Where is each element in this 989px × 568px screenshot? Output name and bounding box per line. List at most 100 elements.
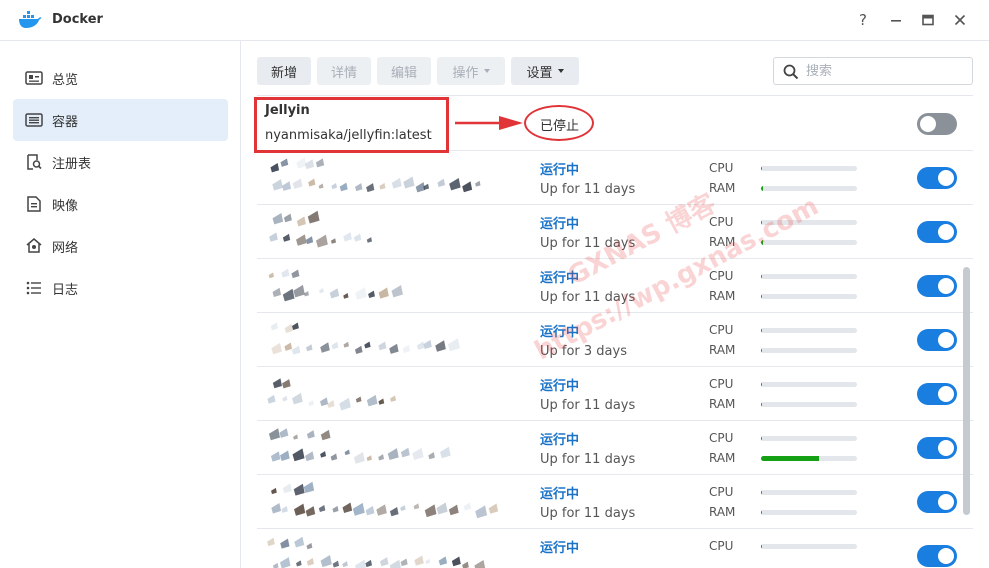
sidebar-item-label: 映像 [52, 198, 79, 214]
ram-label: RAM [709, 289, 736, 303]
blurred-container-name [271, 481, 499, 519]
container-status: 运行中 [540, 379, 580, 394]
maximize-button[interactable] [918, 10, 938, 30]
cpu-usage-bar [761, 490, 857, 495]
ram-label: RAM [709, 451, 736, 465]
help-button[interactable]: ? [853, 10, 873, 30]
network-icon [24, 236, 44, 256]
container-toggle[interactable] [917, 113, 957, 135]
add-button[interactable]: 新增 [257, 57, 311, 85]
container-uptime: Up for 11 days [540, 506, 636, 521]
table-row[interactable]: 运行中 Up for 11 days CPU RAM [257, 151, 973, 205]
ram-usage-bar [761, 294, 857, 299]
minimize-icon [891, 20, 901, 22]
cpu-label: CPU [709, 431, 734, 445]
cpu-label: CPU [709, 539, 734, 553]
cpu-usage-bar [761, 382, 857, 387]
toggle-knob [938, 224, 954, 240]
container-toggle[interactable] [917, 275, 957, 297]
ram-usage-fill [761, 348, 762, 353]
table-row[interactable]: 运行中 Up for 11 days CPU RAM [257, 421, 973, 475]
blurred-container-name [269, 210, 373, 248]
container-status: 运行中 [540, 433, 580, 448]
toggle-knob [938, 332, 954, 348]
toggle-knob [938, 386, 954, 402]
sidebar: 总览 容器 注册表 映像 网络 日志 [0, 41, 241, 568]
details-button[interactable]: 详情 [317, 57, 371, 85]
toggle-knob [938, 440, 954, 456]
toggle-knob [938, 170, 954, 186]
scrollbar[interactable] [963, 267, 970, 515]
toggle-knob [938, 548, 954, 564]
container-uptime: Up for 11 days [540, 182, 636, 197]
cpu-label: CPU [709, 161, 734, 175]
settings-dropdown[interactable]: 设置 [511, 57, 579, 85]
cpu-label: CPU [709, 485, 734, 499]
container-toggle[interactable] [917, 221, 957, 243]
container-status: 运行中 [540, 217, 580, 232]
container-toggle[interactable] [917, 545, 957, 567]
overview-icon [24, 68, 44, 88]
ram-usage-fill [761, 456, 819, 461]
container-image: nyanmisaka/jellyfin:latest [265, 128, 432, 143]
ram-usage-bar [761, 510, 857, 515]
blurred-container-name [268, 428, 451, 464]
sidebar-item-log[interactable]: 日志 [13, 267, 228, 309]
cpu-usage-fill [761, 436, 762, 441]
ram-label: RAM [709, 397, 736, 411]
search-input[interactable] [806, 62, 966, 80]
blurred-container-name [270, 322, 460, 355]
toggle-knob [920, 116, 936, 132]
image-icon [24, 194, 44, 214]
sidebar-item-overview[interactable]: 总览 [13, 57, 228, 99]
search-icon [783, 64, 799, 80]
ram-label: RAM [709, 343, 736, 357]
ram-usage-fill [761, 402, 762, 407]
table-row[interactable]: 运行中 Up for 11 days CPU RAM [257, 367, 973, 421]
edit-button[interactable]: 编辑 [377, 57, 431, 85]
ram-usage-bar [761, 348, 857, 353]
blurred-container-name [270, 157, 481, 193]
container-status: 运行中 [540, 541, 580, 556]
container-toggle[interactable] [917, 167, 957, 189]
container-list-icon [24, 110, 44, 130]
ram-usage-bar [761, 456, 857, 461]
ram-usage-fill [761, 294, 762, 299]
container-status: 运行中 [540, 163, 580, 178]
cpu-label: CPU [709, 323, 734, 337]
close-icon [954, 14, 966, 26]
container-name: Jellyin [265, 103, 310, 118]
cpu-usage-fill [761, 490, 762, 495]
cpu-label: CPU [709, 377, 734, 391]
container-toggle[interactable] [917, 383, 957, 405]
blurred-container-name [267, 378, 397, 411]
container-toggle[interactable] [917, 329, 957, 351]
ram-label: RAM [709, 505, 736, 519]
container-toggle[interactable] [917, 491, 957, 513]
action-dropdown[interactable]: 操作 [437, 57, 505, 85]
sidebar-item-container[interactable]: 容器 [13, 99, 228, 141]
blurred-container-name [268, 268, 403, 302]
sidebar-item-image[interactable]: 映像 [13, 183, 228, 225]
table-row[interactable]: 运行中 Up for 11 days CPU RAM [257, 475, 973, 529]
sidebar-item-registry[interactable]: 注册表 [13, 141, 228, 183]
log-icon [24, 278, 44, 298]
table-row[interactable]: 运行中 CPU [257, 529, 973, 568]
cpu-usage-fill [761, 544, 762, 549]
container-toggle[interactable] [917, 437, 957, 459]
cpu-usage-fill [761, 166, 762, 171]
cpu-usage-fill [761, 328, 762, 333]
window-title: Docker [52, 12, 103, 27]
ram-usage-fill [761, 186, 763, 191]
maximize-icon [922, 14, 934, 26]
cpu-usage-bar [761, 436, 857, 441]
close-button[interactable] [950, 10, 970, 30]
annotation-arrow-icon [455, 116, 523, 130]
sidebar-item-network[interactable]: 网络 [13, 225, 228, 267]
sidebar-item-label: 日志 [52, 282, 79, 298]
cpu-usage-bar [761, 328, 857, 333]
minimize-button[interactable] [886, 10, 906, 30]
container-uptime: Up for 11 days [540, 398, 636, 413]
container-uptime: Up for 11 days [540, 452, 636, 467]
search-box[interactable] [773, 57, 973, 85]
